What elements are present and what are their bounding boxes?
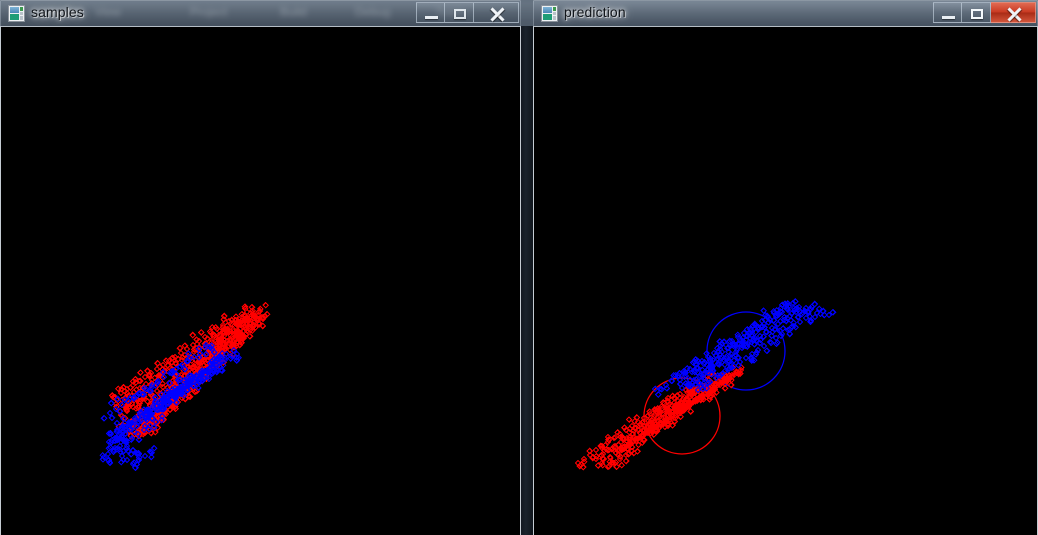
data-point — [137, 369, 144, 377]
data-point — [189, 331, 197, 339]
caption-buttons-prediction — [933, 2, 1036, 23]
data-point — [176, 344, 184, 352]
titlebar-samples[interactable]: samples — [0, 0, 521, 26]
data-point — [791, 298, 799, 305]
data-point — [99, 456, 107, 463]
data-point — [193, 336, 201, 344]
series-0 — [574, 363, 745, 471]
data-point — [197, 329, 205, 336]
data-point — [159, 361, 167, 369]
screen: ViewProjectBuildDebugTeam samples — [0, 0, 1038, 535]
canvas-samples[interactable] — [0, 26, 521, 535]
window-title-prediction: prediction — [564, 4, 626, 20]
data-point — [592, 446, 600, 454]
data-point — [763, 347, 771, 355]
data-point — [742, 354, 750, 362]
close-icon — [1006, 6, 1022, 22]
data-point — [614, 428, 622, 436]
data-point — [621, 424, 629, 432]
close-button[interactable] — [991, 2, 1036, 23]
minimize-icon — [942, 16, 955, 19]
data-point — [654, 391, 662, 399]
minimize-icon — [425, 16, 438, 19]
data-point — [622, 457, 630, 465]
minimize-button[interactable] — [416, 2, 445, 23]
data-point — [153, 387, 161, 395]
titlebar-prediction[interactable]: prediction — [533, 0, 1038, 26]
data-point — [117, 458, 125, 466]
data-point — [721, 361, 729, 369]
data-point — [107, 399, 115, 407]
background-scrollbar-track[interactable] — [520, 26, 533, 535]
caption-buttons-samples — [416, 2, 519, 23]
data-point — [721, 384, 729, 392]
data-point — [141, 452, 149, 460]
data-point — [625, 416, 633, 423]
data-point — [760, 342, 768, 350]
maximize-icon — [971, 9, 983, 19]
data-point — [201, 333, 209, 341]
maximize-button[interactable] — [962, 2, 991, 23]
window-title-samples: samples — [31, 4, 84, 20]
data-point — [262, 301, 270, 309]
data-point — [618, 461, 626, 469]
series-1 — [651, 298, 837, 399]
data-point — [586, 447, 594, 455]
data-point — [135, 436, 143, 444]
data-point — [100, 414, 108, 422]
minimize-button[interactable] — [933, 2, 962, 23]
window-samples[interactable]: samples — [0, 0, 521, 535]
scatter-plot-samples — [99, 301, 271, 472]
opencv-window-icon — [541, 5, 558, 22]
canvas-prediction[interactable] — [533, 26, 1038, 535]
maximize-button[interactable] — [445, 2, 474, 23]
opencv-window-icon — [8, 5, 25, 22]
close-icon — [489, 6, 505, 22]
data-point — [153, 365, 161, 373]
scatter-plot-prediction — [574, 298, 837, 471]
maximize-icon — [454, 9, 466, 19]
window-prediction[interactable]: prediction — [533, 0, 1038, 535]
data-point — [181, 342, 189, 350]
close-button[interactable] — [474, 2, 519, 23]
